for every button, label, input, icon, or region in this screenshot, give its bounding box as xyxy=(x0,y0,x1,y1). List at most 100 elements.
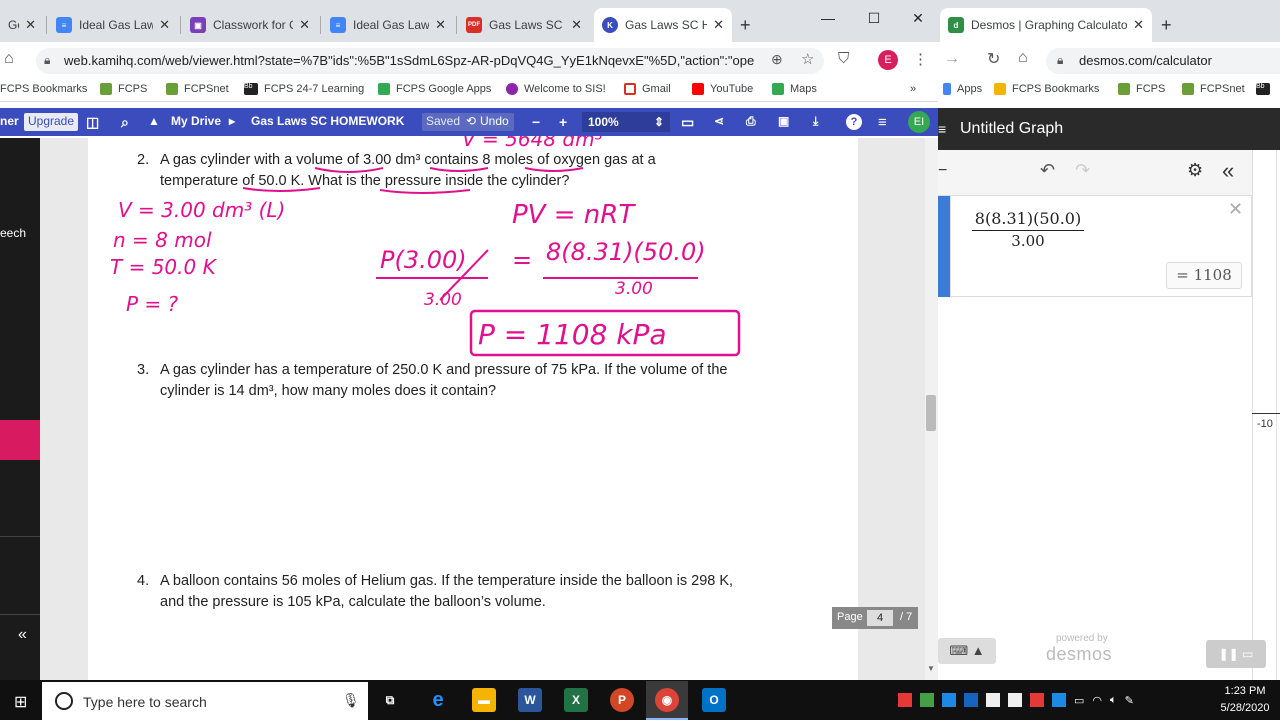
desmos-url[interactable]: desmos.com/calculator xyxy=(1079,53,1212,68)
expression-list-empty[interactable] xyxy=(950,297,1252,680)
tray-app-icon[interactable] xyxy=(942,693,956,707)
pen-icon[interactable]: ✎ xyxy=(1125,694,1134,707)
bluetooth-icon[interactable] xyxy=(1052,693,1066,707)
file-explorer-icon[interactable]: ▬ xyxy=(472,688,496,712)
text-to-speech-label[interactable]: eech xyxy=(0,226,26,240)
excel-icon[interactable]: X xyxy=(564,688,588,712)
help-icon[interactable]: ? xyxy=(846,114,862,130)
reload-icon[interactable]: ↻ xyxy=(987,49,1000,69)
bookmark-youtube[interactable]: YouTube xyxy=(692,83,753,95)
pocket-icon[interactable]: ⛉ xyxy=(838,50,849,67)
expression-denominator[interactable]: 3.00 xyxy=(972,232,1084,250)
bookmark-fcps[interactable]: FCPS xyxy=(100,83,147,95)
bookmark-maps[interactable]: Maps xyxy=(772,83,817,95)
tab-google[interactable]: Goo✕ xyxy=(0,8,44,42)
download-icon[interactable]: ⤓ xyxy=(813,114,818,129)
redo-icon[interactable]: ↷ xyxy=(1075,160,1090,181)
outlook-icon[interactable]: O xyxy=(702,688,726,712)
delete-expression-icon[interactable]: ✕ xyxy=(1228,199,1243,220)
close-icon[interactable]: ✕ xyxy=(299,17,310,33)
close-icon[interactable]: ✕ xyxy=(1133,17,1144,33)
url-text[interactable]: web.kamihq.com/web/viewer.html?state=%7B… xyxy=(64,53,754,68)
close-icon[interactable]: ✕ xyxy=(25,17,36,33)
undo-button[interactable]: Undo xyxy=(480,114,509,128)
bookmark-fcps-bookmarks[interactable]: FCPS Bookmarks xyxy=(0,83,87,95)
tray-app-icon[interactable] xyxy=(986,693,1000,707)
collapse-list-icon[interactable]: « xyxy=(1222,158,1234,184)
document-title[interactable]: Gas Laws SC HOMEWORK xyxy=(251,114,404,128)
task-view-icon[interactable]: ⧉ xyxy=(378,688,402,712)
expression-selector[interactable] xyxy=(938,196,950,297)
window-close-icon[interactable]: ✕ xyxy=(900,6,936,30)
bookmark-gmail[interactable]: Gmail xyxy=(624,83,671,95)
graph-title[interactable]: Untitled Graph xyxy=(960,120,1063,138)
bookmark-fcpsnet[interactable]: FCPSnet xyxy=(166,83,229,95)
tab-desmos[interactable]: d Desmos | Graphing Calculator ✕ xyxy=(940,8,1152,42)
collapse-icon[interactable]: « xyxy=(18,626,27,644)
bookmark-fcps-bookmarks-2[interactable]: FCPS Bookmarks xyxy=(994,83,1099,95)
search-icon[interactable]: ⌕ xyxy=(121,114,129,131)
windows-start-icon[interactable]: ⊞ xyxy=(14,692,27,712)
sidebar-toggle-icon[interactable]: ◫ xyxy=(86,114,99,131)
expression-numerator[interactable]: 8(8.31)(50.0) xyxy=(972,209,1084,231)
edge-icon[interactable]: e xyxy=(426,688,450,712)
undo-icon[interactable]: ↶ xyxy=(1040,160,1055,181)
bookmark-google-apps[interactable]: FCPS Google Apps xyxy=(378,83,491,95)
share-icon[interactable]: ⋖ xyxy=(714,114,724,128)
home-icon[interactable]: ⌂ xyxy=(4,50,14,68)
tab-gas-laws-pdf[interactable]: PDFGas Laws SC HC✕ xyxy=(458,8,590,42)
keypad-toggle[interactable]: ⌨ ▲ xyxy=(938,638,996,664)
tray-app-icon[interactable] xyxy=(1030,693,1044,707)
close-icon[interactable]: ✕ xyxy=(435,17,446,33)
chrome-icon[interactable]: ◉ xyxy=(655,688,679,712)
tray-app-icon[interactable] xyxy=(1008,693,1022,707)
wifi-icon[interactable]: ◠ xyxy=(1092,694,1102,707)
tab-gas-laws-kami[interactable]: KGas Laws SC HC✕ xyxy=(594,8,732,42)
install-icon[interactable]: ⊕ xyxy=(771,51,783,68)
menu-kebab-icon[interactable]: ⋮ xyxy=(913,50,928,68)
bookmark-fcps-2[interactable]: FCPS xyxy=(1118,83,1165,95)
close-icon[interactable]: ✕ xyxy=(159,17,170,33)
word-icon[interactable]: W xyxy=(518,688,542,712)
scroll-thumb[interactable] xyxy=(926,395,936,431)
zoom-select[interactable]: 100% ⇕ xyxy=(582,112,670,132)
tab-ideal-gas-law-2[interactable]: ≡Ideal Gas Law &✕ xyxy=(322,8,454,42)
undo-icon[interactable]: ⟲ xyxy=(466,114,476,128)
bookmark-bb-cut[interactable]: Bb xyxy=(1256,83,1276,95)
video-controls[interactable]: ❚❚ ▭ xyxy=(1206,640,1266,668)
clock-date[interactable]: 5/28/2020 xyxy=(1216,702,1274,714)
forward-icon[interactable]: → xyxy=(944,50,960,68)
home-icon[interactable]: ⌂ xyxy=(1018,49,1028,67)
bookmark-sis[interactable]: Welcome to SIS! xyxy=(506,83,606,95)
tab-classwork[interactable]: ▣ Classwork for C ✕ xyxy=(182,8,318,42)
tray-app-icon[interactable] xyxy=(898,693,912,707)
profile-avatar[interactable]: E xyxy=(878,50,898,70)
maximize-icon[interactable]: ☐ xyxy=(856,6,892,30)
close-icon[interactable]: ✕ xyxy=(571,17,582,33)
powerpoint-icon[interactable]: P xyxy=(610,688,634,712)
volume-icon[interactable]: 🔈︎ xyxy=(1110,694,1117,707)
battery-icon[interactable]: ▭ xyxy=(1074,694,1084,707)
bookmark-fcps-24-7[interactable]: Bb FCPS 24-7 Learning xyxy=(244,83,364,95)
star-icon[interactable]: ☆ xyxy=(801,50,814,68)
close-icon[interactable]: ✕ xyxy=(713,17,724,33)
settings-icon[interactable]: ⚙ xyxy=(1187,160,1203,181)
scroll-down-icon[interactable]: ▼ xyxy=(927,664,935,673)
bookmark-apps[interactable]: Apps xyxy=(943,83,982,95)
save-icon[interactable]: ▣ xyxy=(778,114,789,128)
desmos-menu-icon[interactable]: ≡ xyxy=(938,120,948,138)
my-drive-link[interactable]: My Drive xyxy=(171,114,221,128)
tab-ideal-gas-law-1[interactable]: ≡Ideal Gas Law &✕ xyxy=(48,8,178,42)
zoom-in-button[interactable]: + xyxy=(559,114,567,130)
new-tab-button[interactable]: + xyxy=(1161,15,1172,36)
microphone-icon[interactable]: 🎙︎ xyxy=(342,692,360,709)
add-expression-icon[interactable]: − xyxy=(938,162,947,180)
tray-app-icon[interactable] xyxy=(920,693,934,707)
new-tab-button[interactable]: + xyxy=(740,15,751,36)
folder-open-icon[interactable]: ▭ xyxy=(681,114,694,131)
bookmark-fcpsnet-2[interactable]: FCPSnet xyxy=(1182,83,1245,95)
menu-icon[interactable]: ≡ xyxy=(878,114,887,131)
page-number-input[interactable]: 4 xyxy=(867,610,893,626)
tray-app-icon[interactable] xyxy=(964,693,978,707)
minimize-icon[interactable]: — xyxy=(810,6,846,30)
